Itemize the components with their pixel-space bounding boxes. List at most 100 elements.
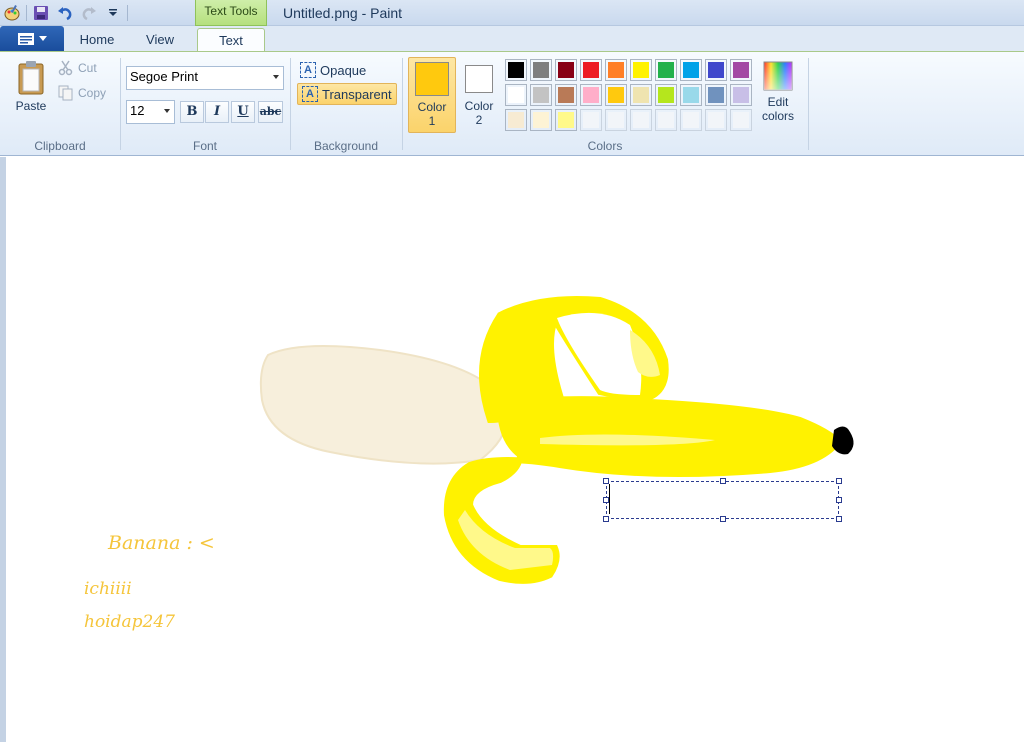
palette-swatch[interactable] <box>730 59 752 81</box>
tab-view[interactable]: View <box>134 28 186 52</box>
edit-colors-button[interactable]: Edit colors <box>758 60 798 123</box>
cut-button[interactable]: Cut <box>58 60 97 76</box>
palette-swatch-fill <box>733 62 749 78</box>
palette-swatch-fill <box>708 62 724 78</box>
paste-button[interactable]: Paste <box>10 60 52 113</box>
palette-swatch[interactable] <box>555 59 577 81</box>
italic-button[interactable]: I <box>205 101 229 123</box>
palette-swatch[interactable] <box>630 59 652 81</box>
palette-swatch[interactable] <box>555 84 577 106</box>
palette-swatch-fill <box>508 87 524 103</box>
copy-button[interactable]: Copy <box>58 85 106 101</box>
palette-swatch[interactable] <box>605 59 627 81</box>
palette-swatch[interactable] <box>580 109 602 131</box>
tab-text[interactable]: Text <box>197 28 265 52</box>
palette-swatch-fill <box>608 87 624 103</box>
customize-qat-icon[interactable] <box>103 3 123 23</box>
transparent-icon: A <box>302 86 318 102</box>
palette-swatch[interactable] <box>730 109 752 131</box>
background-group-label: Background <box>313 139 379 153</box>
palette-swatch[interactable] <box>730 84 752 106</box>
palette-swatch[interactable] <box>705 84 727 106</box>
palette-swatch[interactable] <box>605 109 627 131</box>
palette-swatch-fill <box>633 87 649 103</box>
palette-swatch[interactable] <box>505 109 527 131</box>
resize-handle-e[interactable] <box>836 497 842 503</box>
palette-swatch-fill <box>633 62 649 78</box>
resize-handle-ne[interactable] <box>836 478 842 484</box>
palette-swatch[interactable] <box>580 84 602 106</box>
underline-button[interactable]: U <box>231 101 255 123</box>
palette-swatch[interactable] <box>530 59 552 81</box>
color1-button[interactable]: Color 1 <box>408 57 456 133</box>
palette-swatch[interactable] <box>680 84 702 106</box>
resize-handle-w[interactable] <box>603 497 609 503</box>
opaque-button[interactable]: A Opaque <box>296 59 370 81</box>
palette-swatch[interactable] <box>655 84 677 106</box>
palette-swatch[interactable] <box>530 109 552 131</box>
palette-swatch-fill <box>708 112 724 128</box>
font-size-select[interactable]: 12 <box>126 100 175 124</box>
color1-label: Color <box>417 100 447 114</box>
canvas-left-border <box>0 157 6 742</box>
text-selection-box[interactable] <box>603 478 842 522</box>
undo-icon[interactable] <box>55 3 75 23</box>
strikethrough-button[interactable]: abc <box>258 101 283 123</box>
palette-swatch[interactable] <box>580 59 602 81</box>
palette-swatch-fill <box>683 112 699 128</box>
palette-swatch-fill <box>633 112 649 128</box>
palette-swatch[interactable] <box>505 59 527 81</box>
bold-button[interactable]: B <box>180 101 204 123</box>
palette-swatch[interactable] <box>505 84 527 106</box>
file-menu-button[interactable] <box>0 26 64 51</box>
palette-swatch[interactable] <box>630 84 652 106</box>
text-tools-context-label: Text Tools <box>195 0 267 26</box>
save-icon[interactable] <box>31 3 51 23</box>
palette-swatch-fill <box>558 62 574 78</box>
palette-swatch-fill <box>558 87 574 103</box>
edit-colors-label-1: Edit <box>767 95 789 109</box>
file-menu-icon <box>17 32 34 45</box>
palette-swatch[interactable] <box>530 84 552 106</box>
paste-label: Paste <box>15 99 47 113</box>
paint-app-icon[interactable] <box>2 3 22 23</box>
resize-handle-nw[interactable] <box>603 478 609 484</box>
palette-swatch-fill <box>733 112 749 128</box>
palette-swatch[interactable] <box>655 59 677 81</box>
palette-swatch[interactable] <box>655 109 677 131</box>
palette-swatch[interactable] <box>705 59 727 81</box>
palette-swatch[interactable] <box>630 109 652 131</box>
palette-swatch-fill <box>658 112 674 128</box>
resize-handle-s[interactable] <box>720 516 726 522</box>
palette-swatch-fill <box>558 112 574 128</box>
group-separator <box>808 58 809 150</box>
group-separator <box>290 58 291 150</box>
palette-swatch-fill <box>583 112 599 128</box>
transparent-button[interactable]: A Transparent <box>297 83 397 105</box>
resize-handle-n[interactable] <box>720 478 726 484</box>
palette-swatch-fill <box>708 87 724 103</box>
palette-swatch[interactable] <box>680 109 702 131</box>
canvas-text-hoidap: hoidap247 <box>84 612 175 632</box>
tab-home[interactable]: Home <box>70 28 124 52</box>
color2-button[interactable]: Color 2 <box>458 57 500 133</box>
drawing-canvas[interactable]: Banana : < ichiiii hoidap247 <box>0 157 1024 742</box>
palette-swatch[interactable] <box>605 84 627 106</box>
palette-swatch-fill <box>608 62 624 78</box>
palette-swatch-fill <box>733 87 749 103</box>
toolbar-separator <box>26 5 27 21</box>
resize-handle-sw[interactable] <box>603 516 609 522</box>
redo-icon[interactable] <box>79 3 99 23</box>
palette-swatch[interactable] <box>680 59 702 81</box>
color2-label: Color <box>464 99 494 113</box>
font-family-select[interactable]: Segoe Print <box>126 66 284 90</box>
scissors-icon <box>58 60 73 76</box>
title-bar: Text Tools Untitled.png - Paint <box>0 0 1024 26</box>
resize-handle-se[interactable] <box>836 516 842 522</box>
copy-icon <box>58 85 73 101</box>
palette-swatch[interactable] <box>705 109 727 131</box>
chevron-down-icon <box>164 109 170 113</box>
ribbon-tab-row: Home View Text <box>0 26 1024 52</box>
palette-swatch[interactable] <box>555 109 577 131</box>
palette-swatch-fill <box>583 87 599 103</box>
